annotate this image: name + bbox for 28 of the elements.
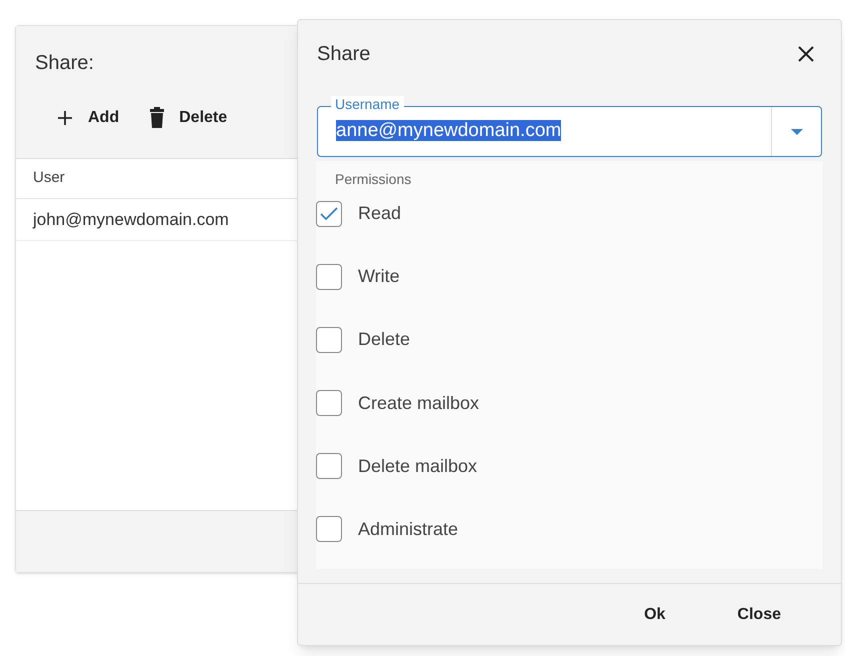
panel-title: Share: [35,51,94,76]
permission-label: Delete [358,328,410,352]
permission-label: Delete mailbox [358,454,478,478]
toolbar-button[interactable]: Add [56,106,120,130]
permissions-label: Permissions [334,170,412,189]
username-value: anne@mynewdomain.com [336,120,562,142]
checkbox[interactable] [316,264,342,290]
checkbox[interactable] [316,200,342,227]
dialog-title: Share [317,42,370,67]
toolbar-button[interactable]: Delete [149,106,228,130]
caret-icon [790,128,802,134]
dialog-button[interactable]: Close [737,602,781,626]
permission-label: Create mailbox [358,392,480,415]
plus-icon [56,109,74,127]
checkbox[interactable] [316,453,342,480]
trash-icon [149,107,166,129]
checkbox[interactable] [316,516,342,542]
username-label: Username [331,96,404,112]
checkbox[interactable] [316,390,342,416]
permission-label: Administrate [358,518,458,541]
column-header: User [33,168,65,188]
close-icon[interactable] [797,45,815,63]
permission-label: Write [358,265,400,288]
checkbox[interactable] [316,326,342,353]
table-cell-text: john@mynewdomain.com [33,208,229,231]
check-icon [320,206,338,221]
permission-label: Read [358,202,402,226]
dialog-button[interactable]: Ok [644,602,666,626]
